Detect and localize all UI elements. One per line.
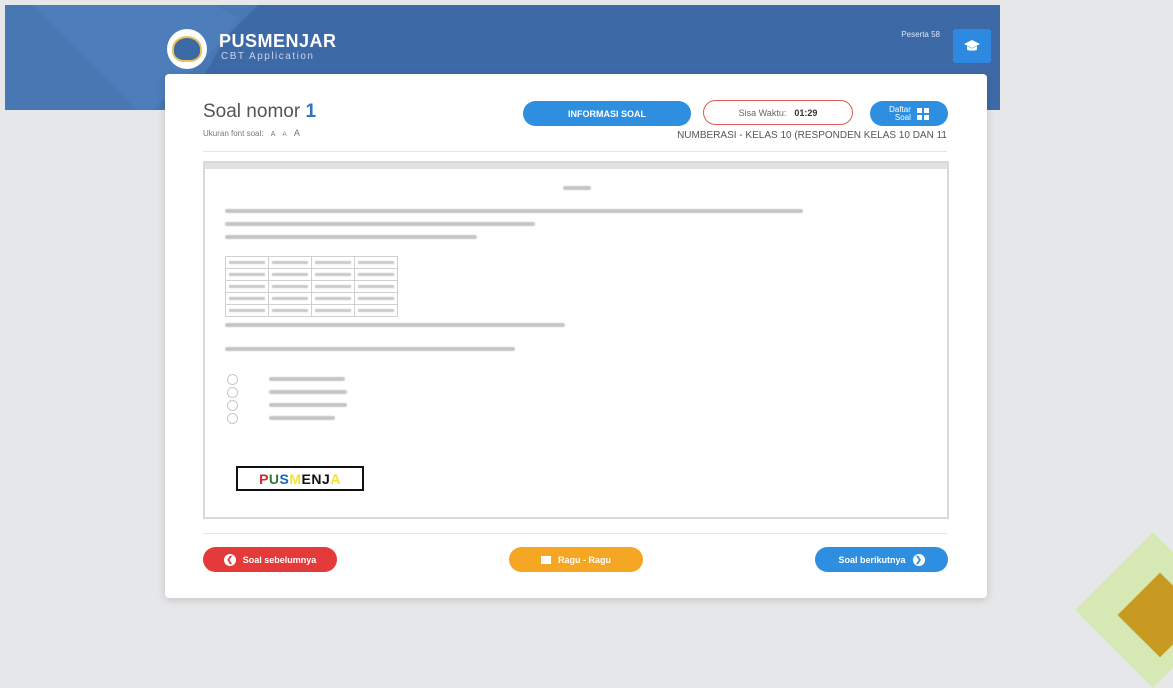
question-content: PUSMENJA — [203, 161, 949, 519]
option-radio[interactable] — [227, 400, 238, 411]
watermark-letter: N — [311, 470, 323, 487]
watermark-letter: E — [301, 470, 312, 487]
question-number: 1 — [305, 101, 317, 122]
watermark-logo: PUSMENJA — [236, 466, 364, 491]
blurred-option-text — [269, 390, 347, 394]
question-category: NUMBERASI - KELAS 10 (RESPONDEN KELAS 10… — [677, 130, 947, 141]
question-list-button[interactable]: Daftar Soal — [870, 101, 948, 126]
blurred-heading — [563, 186, 591, 190]
blurred-option-text — [269, 403, 347, 407]
watermark-letter: M — [289, 470, 302, 487]
blurred-text-line — [225, 209, 803, 213]
info-question-button[interactable]: INFORMASI SOAL — [523, 101, 691, 126]
blurred-text-line — [225, 347, 515, 351]
graduation-cap-icon — [964, 40, 980, 51]
grid-icon — [916, 107, 929, 120]
question-card: Soal nomor 1 Ukuran font soal: A A A INF… — [165, 74, 987, 598]
option-radio[interactable] — [227, 413, 238, 424]
divider — [203, 151, 947, 152]
next-question-button[interactable]: Soal berikutnya ❯ — [815, 547, 948, 572]
brand-subtitle: CBT Application — [221, 51, 315, 62]
question-list-label-2: Soal — [894, 112, 911, 122]
watermark-letter: U — [268, 470, 280, 487]
question-title-label: Soal nomor — [203, 101, 301, 122]
brand-title: PUSMENJAR — [219, 31, 337, 51]
previous-label: Soal sebelumnya — [242, 554, 317, 565]
flag-square-icon — [541, 555, 551, 564]
watermark-letter: S — [279, 470, 290, 487]
watermark-letter: A — [330, 470, 341, 487]
blurred-text-line — [225, 323, 565, 327]
timer: Sisa Waktu: 01:29 — [703, 100, 853, 125]
blurred-table — [225, 256, 398, 317]
doubt-button[interactable]: Ragu - Ragu — [509, 547, 643, 572]
user-menu-button[interactable] — [953, 29, 991, 63]
chevron-right-icon: ❯ — [912, 553, 925, 566]
timer-label: Sisa Waktu: — [738, 107, 787, 118]
font-size-label: Ukuran font soal: — [203, 129, 264, 138]
option-radio[interactable] — [227, 387, 238, 398]
question-title: Soal nomor 1 — [203, 101, 316, 123]
previous-question-button[interactable]: ❮ Soal sebelumnya — [203, 547, 337, 572]
blurred-text-line — [225, 235, 477, 239]
chevron-left-icon: ❮ — [223, 553, 236, 566]
font-size-selector: Ukuran font soal: A A A — [203, 128, 300, 138]
logo-icon — [167, 29, 207, 69]
content-topbar — [205, 163, 947, 169]
divider — [203, 533, 947, 534]
font-size-large[interactable]: A — [294, 128, 300, 138]
next-label: Soal berikutnya — [838, 554, 906, 565]
font-size-medium[interactable]: A — [283, 132, 287, 138]
doubt-label: Ragu - Ragu — [558, 554, 611, 565]
participant-name: Peserta 58 — [901, 30, 940, 39]
font-size-small[interactable]: A — [271, 131, 276, 138]
blurred-option-text — [269, 377, 345, 381]
watermark-letter: J — [322, 470, 331, 487]
blurred-option-text — [269, 416, 335, 420]
blurred-text-line — [225, 222, 535, 226]
option-radio[interactable] — [227, 374, 238, 385]
timer-value: 01:29 — [794, 107, 818, 118]
watermark-letter: P — [259, 470, 269, 487]
